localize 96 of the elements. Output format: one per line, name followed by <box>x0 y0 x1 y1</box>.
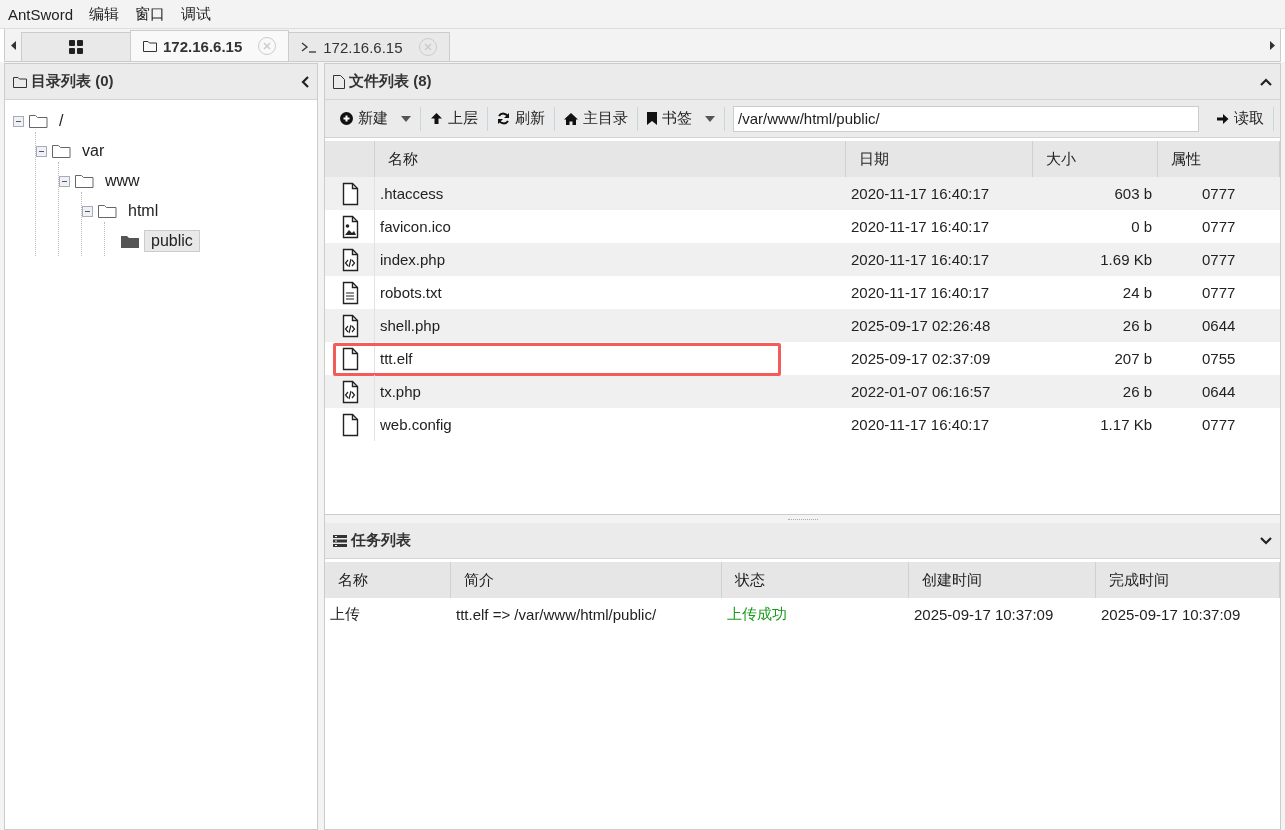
tab[interactable]: 172.16.6.15 <box>130 30 290 61</box>
file-date: 2022-01-07 06:16:57 <box>851 383 991 400</box>
collapse-icon[interactable] <box>59 175 70 187</box>
path-field[interactable]: /var/www/html/public/ <box>733 105 1199 132</box>
toolbar-button[interactable]: 书签 <box>638 105 724 132</box>
file-date: 2020-11-17 16:40:17 <box>851 185 990 202</box>
file-permission: 0777 <box>1202 185 1236 202</box>
task-status: 上传成功 <box>727 605 787 624</box>
column-header[interactable]: 大小 <box>1033 141 1158 177</box>
file-name[interactable]: ttt.elf <box>380 350 413 367</box>
toolbar-button[interactable]: 主目录 <box>555 105 637 132</box>
panel-title: 目录列表 (0) <box>31 72 115 91</box>
file-size: 0 b <box>1131 218 1152 235</box>
grid-icon <box>69 40 83 54</box>
column-header[interactable]: 名称 <box>375 141 846 177</box>
task-finished-time: 2025-09-17 10:37:09 <box>1101 606 1241 623</box>
tree-item[interactable]: var <box>75 140 112 162</box>
file-size: 1.69 Kb <box>1100 251 1152 268</box>
file-date: 2025-09-17 02:26:48 <box>851 317 991 334</box>
file-date: 2025-09-17 02:37:09 <box>851 350 991 367</box>
file-row[interactable]: shell.php 2025-09-17 02:26:48 26 b 0644 <box>325 309 1280 342</box>
plus-circle-icon <box>340 112 353 125</box>
menu-item[interactable]: 调试 <box>181 4 212 24</box>
tree-item[interactable]: html <box>121 200 166 222</box>
file-date: 2020-11-17 16:40:17 <box>851 218 990 235</box>
column-header[interactable]: 名称 <box>325 562 451 598</box>
bookmark-icon <box>647 112 657 125</box>
column-header[interactable]: 创建时间 <box>909 562 1096 598</box>
arrow-up-icon <box>430 112 443 125</box>
chevron-down-icon[interactable] <box>1260 536 1272 545</box>
chevron-left-icon[interactable] <box>301 75 309 88</box>
menu-item[interactable]: AntSword <box>8 5 74 23</box>
file-date: 2020-11-17 16:40:17 <box>851 251 990 268</box>
panel-title: 任务列表 <box>351 531 412 550</box>
collapse-icon[interactable] <box>82 205 93 217</box>
file-name[interactable]: tx.php <box>380 383 421 400</box>
file-permission: 0644 <box>1202 383 1236 400</box>
toolbar-button[interactable]: 刷新 <box>488 105 554 132</box>
tree-item[interactable]: / <box>52 110 71 132</box>
tab[interactable]: 172.16.6.15 <box>288 32 450 61</box>
tab[interactable] <box>21 32 131 61</box>
file-permission: 0644 <box>1202 317 1236 334</box>
folder-icon <box>143 40 157 52</box>
file-size: 207 b <box>1114 350 1152 367</box>
caret-left-icon <box>10 40 16 50</box>
file-name[interactable]: robots.txt <box>380 284 442 301</box>
file-permission: 0777 <box>1202 251 1236 268</box>
collapse-icon[interactable] <box>13 115 24 127</box>
file-permission: 0777 <box>1202 416 1236 433</box>
file-row[interactable]: web.config 2020-11-17 16:40:17 1.17 Kb 0777 <box>325 408 1280 441</box>
splitter-handle[interactable] <box>325 514 1280 523</box>
collapse-icon[interactable] <box>36 145 47 157</box>
file-size: 1.17 Kb <box>1100 416 1152 433</box>
file-date: 2020-11-17 16:40:17 <box>851 416 990 433</box>
folder-icon <box>13 75 27 88</box>
file-name[interactable]: favicon.ico <box>380 218 451 235</box>
toolbar-button[interactable]: 新建 <box>331 105 420 132</box>
tree-item[interactable]: www <box>98 170 147 192</box>
column-header[interactable]: 完成时间 <box>1096 562 1280 598</box>
file-row[interactable]: ttt.elf 2025-09-17 02:37:09 207 b 0755 <box>325 342 1280 375</box>
column-header[interactable]: 属性 <box>1158 141 1280 177</box>
arrow-right-icon <box>1216 112 1229 125</box>
file-permission: 0777 <box>1202 284 1236 301</box>
file-size: 26 b <box>1122 383 1152 400</box>
column-header[interactable]: 简介 <box>451 562 722 598</box>
file-name[interactable]: web.config <box>380 416 452 433</box>
file-size: 603 b <box>1114 185 1152 202</box>
file-permission: 0777 <box>1202 218 1236 235</box>
column-header[interactable]: 状态 <box>722 562 909 598</box>
home-icon <box>564 112 578 125</box>
file-name[interactable]: .htaccess <box>380 185 444 202</box>
file-icon <box>333 74 345 89</box>
file-row[interactable]: index.php 2020-11-17 16:40:17 1.69 Kb 0777 <box>325 243 1280 276</box>
task-name: 上传 <box>330 605 360 624</box>
caret-right-icon <box>1269 40 1275 50</box>
file-name[interactable]: index.php <box>380 251 446 268</box>
task-created-time: 2025-09-17 10:37:09 <box>914 606 1054 623</box>
read-button[interactable]: 读取 <box>1207 105 1273 132</box>
column-header[interactable]: 日期 <box>846 141 1033 177</box>
file-permission: 0755 <box>1202 350 1236 367</box>
file-size: 26 b <box>1122 317 1152 334</box>
list-icon <box>333 534 347 547</box>
toolbar-button[interactable]: 上层 <box>421 105 487 132</box>
terminal-icon <box>301 41 318 53</box>
task-summary: ttt.elf => /var/www/html/public/ <box>456 606 657 623</box>
file-name[interactable]: shell.php <box>380 317 441 334</box>
file-date: 2020-11-17 16:40:17 <box>851 284 990 301</box>
file-row[interactable]: .htaccess 2020-11-17 16:40:17 603 b 0777 <box>325 177 1280 210</box>
file-size: 24 b <box>1122 284 1152 301</box>
tree-item[interactable]: public <box>144 230 200 252</box>
menu-item[interactable]: 窗口 <box>135 4 166 24</box>
file-row[interactable]: tx.php 2022-01-07 06:16:57 26 b 0644 <box>325 375 1280 408</box>
panel-title: 文件列表 (8) <box>349 72 433 91</box>
refresh-icon <box>497 112 510 125</box>
chevron-up-icon[interactable] <box>1260 77 1272 86</box>
menu-item[interactable]: 编辑 <box>89 4 120 24</box>
